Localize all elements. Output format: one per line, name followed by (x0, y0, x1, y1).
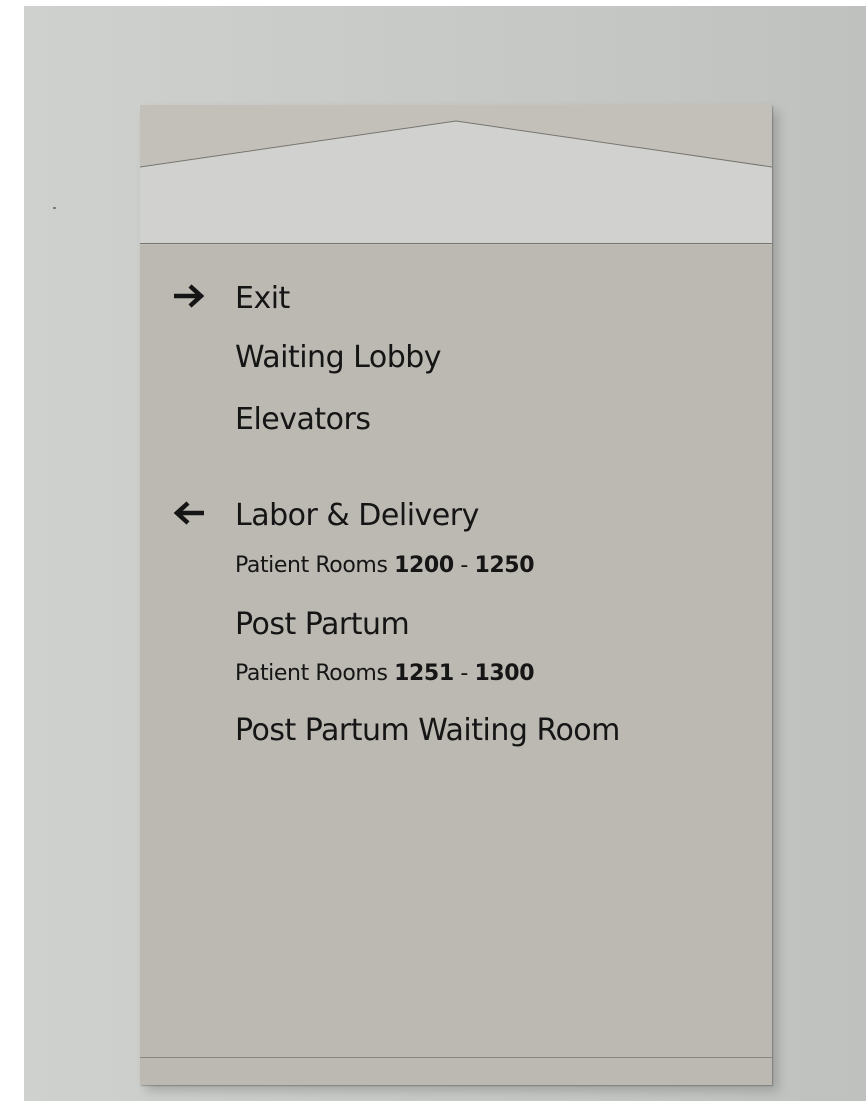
rooms-end: 1300 (474, 661, 535, 686)
sign-label-post-partum: Post Partum (235, 607, 410, 642)
sign-label-waiting-lobby: Waiting Lobby (235, 340, 442, 375)
sign-label-labor-delivery: Labor & Delivery (235, 498, 479, 533)
sign-label-elevators: Elevators (235, 402, 371, 437)
rooms-prefix: Patient Rooms (235, 661, 388, 686)
sign-row-exit: Exit (140, 281, 772, 321)
sign-rooms-range-1: Patient Rooms 1200 - 1250 (235, 553, 535, 578)
sign-rooms-range-2: Patient Rooms 1251 - 1300 (235, 661, 535, 686)
sign-label-exit: Exit (235, 281, 290, 316)
rooms-dash: - (460, 553, 468, 578)
arrow-right-icon (172, 281, 206, 313)
sign-row-post-partum: Post Partum (140, 607, 772, 647)
sign-row-post-partum-waiting: Post Partum Waiting Room (140, 713, 772, 753)
rooms-end: 1250 (474, 553, 535, 578)
sign-row-rooms-2: Patient Rooms 1251 - 1300 (140, 661, 772, 691)
sign-label-post-partum-waiting-room: Post Partum Waiting Room (235, 713, 620, 748)
rooms-start: 1200 (394, 553, 454, 578)
sign-row-elevators: Elevators (140, 402, 772, 442)
arrow-left-icon (172, 498, 206, 530)
sign-row-rooms-1: Patient Rooms 1200 - 1250 (140, 553, 772, 583)
sign-row-labor-delivery: Labor & Delivery (140, 498, 772, 538)
wall-mark (53, 207, 56, 209)
rooms-prefix: Patient Rooms (235, 553, 388, 578)
rooms-start: 1251 (394, 661, 454, 686)
sign-row-waiting-lobby: Waiting Lobby (140, 340, 772, 380)
sign-bottom-divider (140, 1057, 772, 1058)
sign-header-panel (140, 105, 772, 245)
wayfinding-sign: Exit Waiting Lobby Elevators Labor & Del… (140, 105, 772, 1085)
rooms-dash: - (460, 661, 468, 686)
